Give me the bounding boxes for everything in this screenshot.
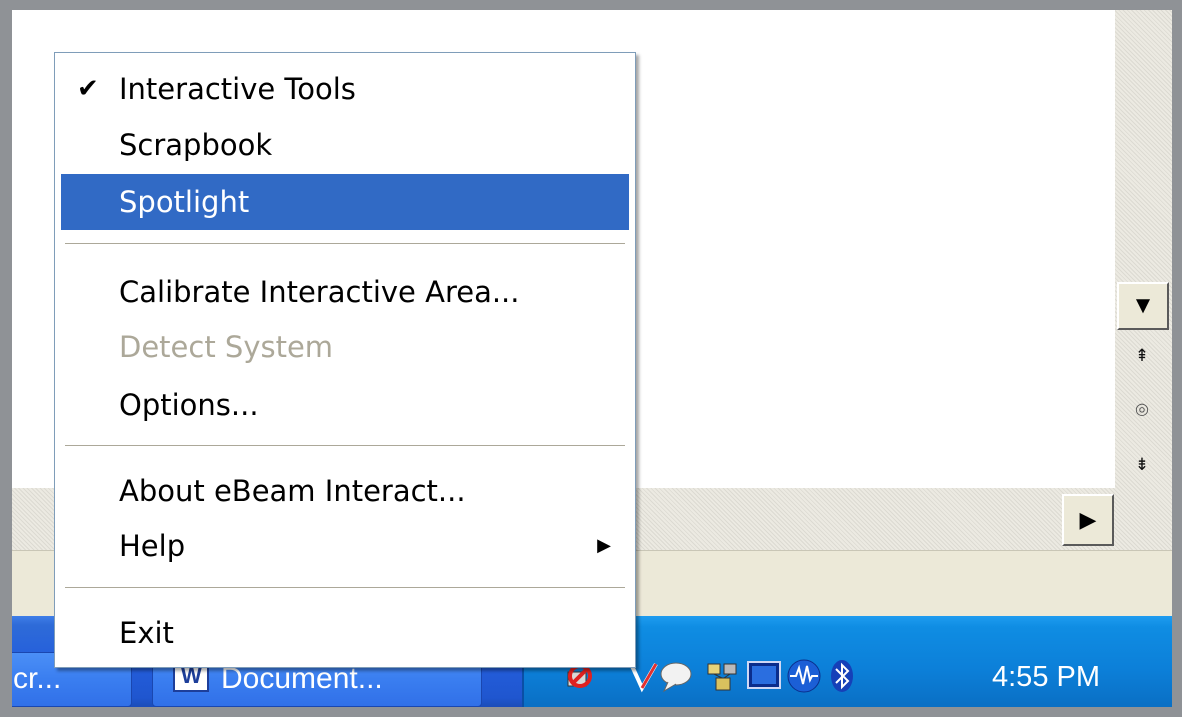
menu-item-label: Options...: [119, 388, 259, 422]
bluetooth-icon[interactable]: [824, 658, 860, 694]
menu-item-label: Scrapbook: [119, 128, 273, 162]
menu-item-options[interactable]: Options...: [61, 377, 629, 433]
menu-item-label: Spotlight: [119, 185, 250, 219]
menu-item-exit[interactable]: Exit: [61, 605, 629, 661]
clock[interactable]: 4:55 PM: [992, 660, 1100, 694]
menu-item-scrapbook[interactable]: Scrapbook: [61, 117, 629, 173]
menu-item-spotlight[interactable]: Spotlight: [61, 174, 629, 230]
submenu-arrow-icon: ▶: [597, 535, 611, 556]
messenger-icon[interactable]: [658, 658, 694, 694]
menu-item-interactive-tools[interactable]: ✔ Interactive Tools: [61, 61, 629, 117]
menu-separator: [65, 587, 625, 589]
menu-item-label: About eBeam Interact...: [119, 474, 466, 508]
menu-separator: [65, 243, 625, 245]
menu-item-label: Interactive Tools: [119, 72, 356, 106]
triangle-down-icon: ▼: [1131, 292, 1155, 319]
triangle-right-icon: ▶: [1079, 507, 1097, 532]
menu-item-label: Exit: [119, 616, 174, 650]
scroll-right-button[interactable]: ▶: [1062, 494, 1114, 546]
ebeam-context-menu: ✔ Interactive Tools Scrapbook Spotlight …: [54, 52, 636, 668]
audio-wave-icon[interactable]: [786, 658, 822, 694]
menu-separator: [65, 445, 625, 447]
checkmark-icon: ✔: [77, 74, 99, 104]
menu-item-label: Calibrate Interactive Area...: [119, 275, 520, 309]
menu-item-detect-system: Detect System: [61, 319, 629, 375]
menu-item-label: Detect System: [119, 330, 334, 364]
network-icon[interactable]: [704, 658, 740, 694]
previous-page-icon[interactable]: ⇞: [1130, 344, 1154, 368]
screen: ▼ ⇞ ◎ ⇟ ▶ cr... Document...: [0, 0, 1182, 717]
menu-item-label: Help: [119, 529, 186, 563]
select-browse-object-icon[interactable]: ◎: [1130, 398, 1154, 422]
menu-item-about[interactable]: About eBeam Interact...: [61, 463, 629, 519]
next-page-icon[interactable]: ⇟: [1130, 453, 1154, 477]
monitor-icon[interactable]: [746, 658, 782, 694]
menu-item-calibrate[interactable]: Calibrate Interactive Area...: [61, 264, 629, 320]
menu-item-help[interactable]: Help ▶: [61, 518, 629, 574]
scroll-down-button[interactable]: ▼: [1117, 282, 1169, 330]
